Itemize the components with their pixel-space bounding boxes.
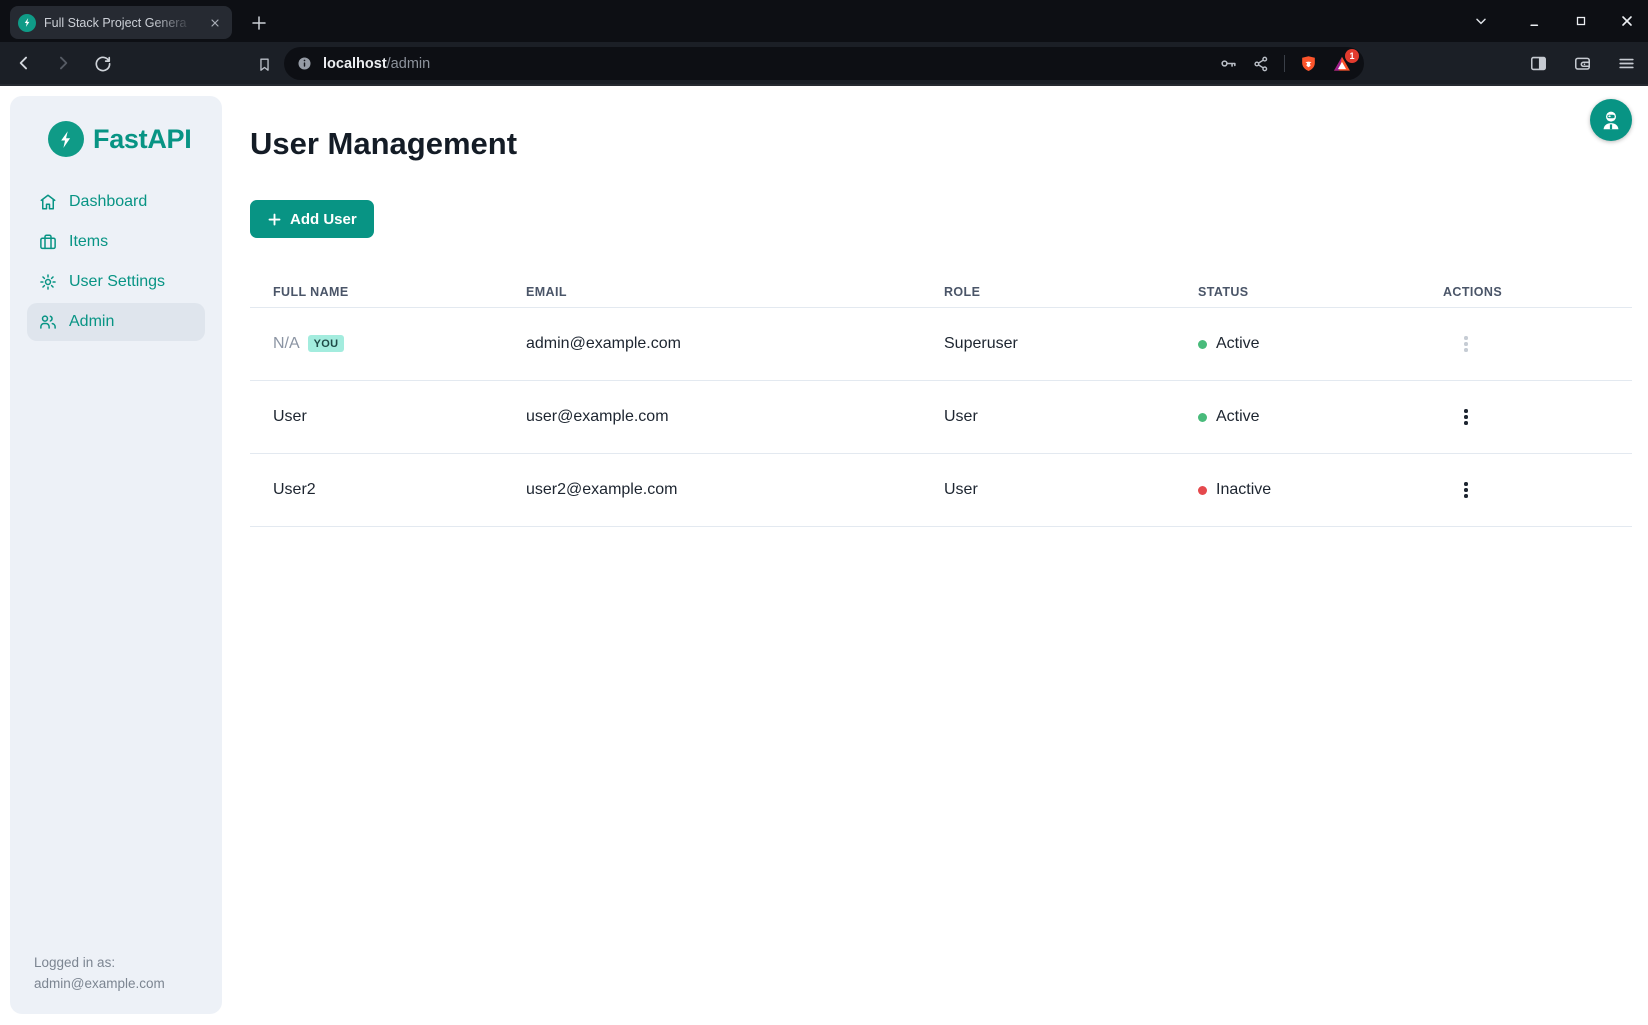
briefcase-icon — [39, 233, 57, 251]
url-bar[interactable]: localhost/admin 1 — [284, 47, 1364, 80]
password-key-icon[interactable] — [1219, 54, 1238, 73]
url-path: /admin — [387, 56, 431, 72]
status-cell: Active — [1198, 335, 1443, 353]
actions-cell — [1443, 400, 1632, 434]
brave-shield-icon[interactable] — [1299, 54, 1318, 73]
tab-search-chevron-icon[interactable] — [1470, 10, 1492, 32]
sidebar-item-label: User Settings — [69, 273, 165, 291]
add-user-label: Add User — [290, 211, 357, 228]
rewards-badge: 1 — [1345, 49, 1359, 63]
sidebar-item-label: Items — [69, 233, 108, 251]
logged-in-email: admin@example.com — [34, 973, 165, 994]
row-actions-kebab-icon[interactable] — [1449, 400, 1483, 434]
table-row: User2 user2@example.com User Inactive — [250, 454, 1632, 527]
role-cell: User — [944, 408, 1198, 426]
sidebar-item-label: Admin — [69, 313, 114, 331]
reload-button[interactable] — [88, 49, 116, 77]
full-name-value: N/A — [273, 335, 300, 352]
site-info-icon[interactable] — [296, 55, 313, 72]
table-row: User user@example.com User Active — [250, 381, 1632, 454]
full-name-cell: User — [250, 408, 526, 426]
sidebar-item-admin[interactable]: Admin — [27, 303, 205, 341]
column-header-email: EMAIL — [526, 285, 944, 299]
table-row: N/A YOU admin@example.com Superuser Activ… — [250, 308, 1632, 381]
browser-window: Full Stack Project Genera — [0, 0, 1648, 1025]
status-dot — [1198, 340, 1207, 349]
column-header-role: ROLE — [944, 285, 1198, 299]
role-cell: Superuser — [944, 335, 1198, 353]
column-header-status: STATUS — [1198, 285, 1443, 299]
logged-in-label: Logged in as: — [34, 952, 165, 973]
email-cell: admin@example.com — [526, 335, 944, 353]
full-name-cell: User2 — [250, 481, 526, 499]
window-controls — [1470, 0, 1638, 42]
maximize-button[interactable] — [1570, 10, 1592, 32]
sidebar-item-items[interactable]: Items — [27, 222, 205, 262]
status-dot — [1198, 486, 1207, 495]
wallet-icon[interactable] — [1568, 49, 1596, 77]
sidebar-item-dashboard[interactable]: Dashboard — [27, 182, 205, 222]
tab-title: Full Stack Project Genera — [44, 16, 198, 30]
users-icon — [39, 313, 57, 331]
user-table: FULL NAME EMAIL ROLE STATUS ACTIONS N/A Y… — [250, 276, 1632, 527]
tab-close-icon[interactable] — [206, 14, 224, 32]
full-name-cell: N/A YOU — [250, 335, 526, 354]
status-label: Active — [1216, 335, 1260, 353]
sidebar: FastAPI Dashboard Items — [10, 96, 222, 1014]
column-header-actions: ACTIONS — [1443, 285, 1632, 299]
bookmark-icon[interactable] — [250, 50, 278, 78]
astronaut-icon — [1599, 108, 1623, 132]
forward-button[interactable] — [49, 49, 77, 77]
fastapi-logo: FastAPI — [48, 120, 222, 158]
sidebar-item-user-settings[interactable]: User Settings — [27, 262, 205, 302]
role-cell: User — [944, 481, 1198, 499]
sidebar-nav: Dashboard Items User Settings — [10, 182, 222, 342]
table-header-row: FULL NAME EMAIL ROLE STATUS ACTIONS — [250, 276, 1632, 308]
new-tab-button[interactable] — [246, 10, 272, 36]
page-content: FastAPI Dashboard Items — [0, 86, 1648, 1025]
you-badge: YOU — [308, 335, 345, 352]
status-dot — [1198, 413, 1207, 422]
status-cell: Active — [1198, 408, 1443, 426]
actions-cell — [1443, 327, 1632, 361]
back-button[interactable] — [10, 49, 38, 77]
sidebar-item-label: Dashboard — [69, 193, 147, 211]
minimize-button[interactable] — [1524, 10, 1546, 32]
add-user-button[interactable]: Add User — [250, 200, 374, 238]
share-icon[interactable] — [1252, 55, 1270, 73]
status-label: Active — [1216, 408, 1260, 426]
row-actions-kebab-icon[interactable] — [1449, 473, 1483, 507]
fastapi-logo-icon — [48, 121, 84, 157]
status-cell: Inactive — [1198, 481, 1443, 499]
actions-cell — [1443, 473, 1632, 507]
toolbar-divider — [1284, 55, 1285, 72]
plus-icon — [267, 212, 282, 227]
url-host: localhost — [323, 56, 387, 72]
page-title: User Management — [250, 86, 1632, 162]
main-panel: User Management Add User FULL NAME EMAIL… — [250, 86, 1632, 1025]
email-cell: user@example.com — [526, 408, 944, 426]
close-window-button[interactable] — [1616, 10, 1638, 32]
tab-strip: Full Stack Project Genera — [0, 0, 1648, 42]
gear-icon — [39, 273, 57, 291]
status-label: Inactive — [1216, 481, 1271, 499]
fastapi-logo-text: FastAPI — [93, 124, 191, 155]
logged-in-footer: Logged in as: admin@example.com — [34, 952, 165, 994]
browser-tab[interactable]: Full Stack Project Genera — [10, 6, 232, 39]
url-text: localhost/admin — [323, 56, 430, 72]
user-menu-button[interactable] — [1590, 99, 1632, 141]
menu-hamburger-icon[interactable] — [1612, 49, 1640, 77]
email-cell: user2@example.com — [526, 481, 944, 499]
column-header-full-name: FULL NAME — [250, 285, 526, 299]
browser-toolbar: localhost/admin 1 — [0, 42, 1648, 86]
brave-rewards-icon[interactable]: 1 — [1332, 54, 1352, 74]
sidebar-panel-icon[interactable] — [1524, 49, 1552, 77]
row-actions-kebab-icon[interactable] — [1449, 327, 1483, 361]
fastapi-favicon-icon — [18, 14, 36, 32]
home-icon — [39, 193, 57, 211]
